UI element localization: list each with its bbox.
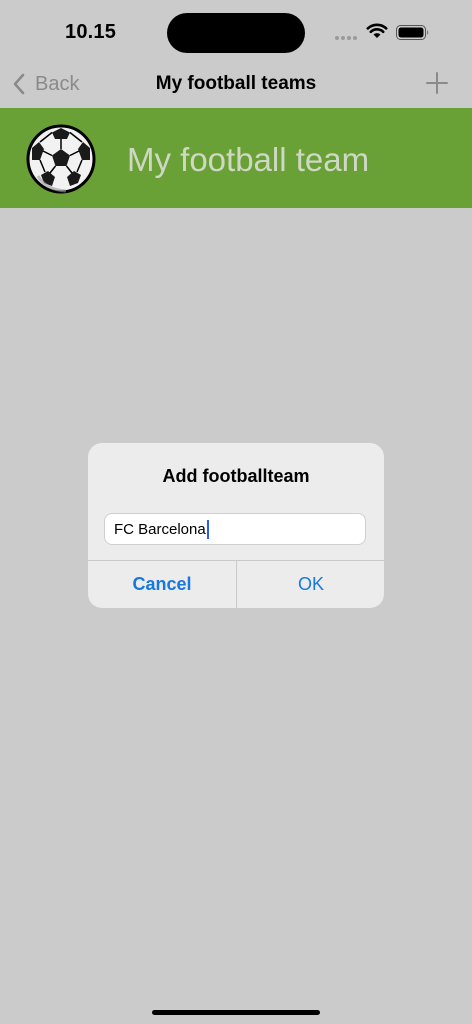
team-name-input[interactable]: FC Barcelona: [104, 513, 366, 545]
navigation-bar: Back My football teams: [0, 62, 472, 106]
wifi-icon: [366, 23, 388, 38]
battery-icon: [396, 25, 429, 40]
team-title: My football team: [127, 141, 370, 178]
page-title: My football teams: [155, 73, 317, 94]
dynamic-island: [167, 13, 305, 53]
add-team-dialog: Add footballteam FC Barcelona Cancel OK: [88, 443, 384, 608]
plus-icon[interactable]: [424, 70, 450, 96]
status-bar: 10.15: [0, 0, 472, 62]
cancel-button[interactable]: Cancel: [88, 561, 236, 608]
football-icon: [26, 124, 96, 194]
team-header: My football team: [0, 108, 472, 208]
dialog-title: Add footballteam: [162, 466, 310, 486]
text-cursor: [206, 519, 209, 539]
ok-button[interactable]: OK: [237, 561, 384, 608]
home-indicator[interactable]: [152, 1010, 320, 1015]
cellular-signal-icon: [335, 36, 359, 54]
status-time: 10.15: [65, 21, 117, 43]
team-name-input-value: FC Barcelona: [114, 520, 206, 538]
